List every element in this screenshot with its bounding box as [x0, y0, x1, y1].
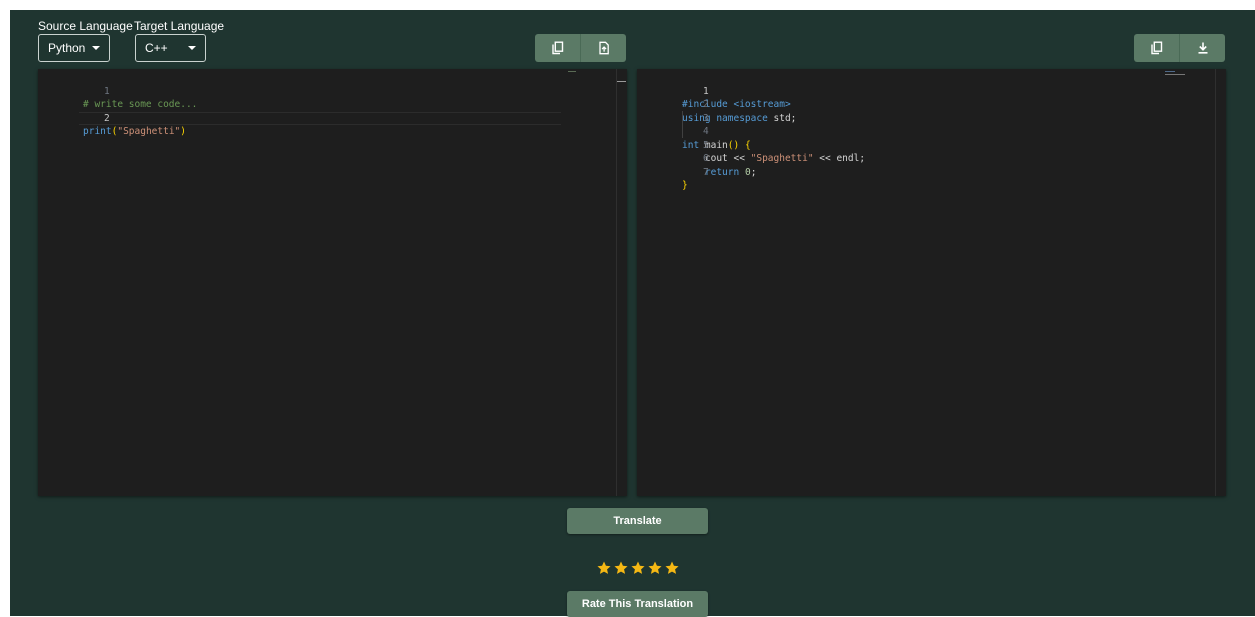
- code-line: 3: [637, 98, 1226, 124]
- line-number: 7: [703, 166, 709, 178]
- code-line: 5 cout << "Spaghetti" << endl;: [637, 125, 1226, 165]
- code-comment: # write some code...: [83, 99, 198, 110]
- copy-source-button[interactable]: [535, 34, 580, 62]
- code-token: return: [704, 166, 740, 178]
- upload-file-icon: [598, 41, 609, 55]
- source-language-label: Source Language: [38, 19, 133, 33]
- translate-button[interactable]: Translate: [567, 508, 708, 534]
- minimap: [1165, 74, 1185, 75]
- star-icon[interactable]: [596, 560, 612, 576]
- source-editor-toolbar: [535, 34, 626, 62]
- star-icon[interactable]: [647, 560, 663, 576]
- target-language-label: Target Language: [134, 19, 225, 33]
- rate-translation-button[interactable]: Rate This Translation: [567, 591, 708, 617]
- overview-ruler: [616, 69, 617, 496]
- source-language-value: Python: [48, 41, 86, 55]
- line-number: 2: [104, 112, 110, 124]
- star-icon[interactable]: [664, 560, 680, 576]
- code-token: }: [682, 180, 688, 191]
- current-line-highlight: [79, 111, 561, 125]
- download-translation-button[interactable]: [1179, 34, 1225, 62]
- code-token: "Spaghetti": [117, 126, 181, 137]
- source-code-editor[interactable]: 1 # write some code... 2 print("Spaghett…: [38, 69, 627, 496]
- cursor-marker: [617, 81, 626, 82]
- upload-source-button[interactable]: [580, 34, 626, 62]
- code-line: 2 print("Spaghetti"): [38, 85, 627, 137]
- code-line: 7 }: [637, 152, 1226, 192]
- code-token: ): [180, 126, 186, 137]
- star-icon[interactable]: [613, 560, 629, 576]
- code-line: 1 # write some code...: [38, 71, 627, 111]
- code-line: 2 using namespace std;: [637, 85, 1226, 124]
- overview-ruler: [1215, 69, 1216, 496]
- chevron-down-icon: [92, 46, 100, 50]
- code-line: 1 #include <iostream>: [637, 71, 1226, 111]
- copy-translation-button[interactable]: [1134, 34, 1179, 62]
- copy-icon: [1150, 41, 1162, 55]
- download-icon: [1198, 42, 1207, 54]
- code-token: print: [83, 126, 112, 137]
- minimap: [568, 71, 576, 72]
- target-code-editor[interactable]: 1 #include <iostream> 2 using namespace …: [637, 69, 1226, 496]
- target-language-select[interactable]: C++: [135, 34, 206, 62]
- code-line: 6 return 0;: [637, 139, 1226, 178]
- code-line: 4 int main() {: [637, 112, 1226, 151]
- target-editor-toolbar: [1134, 34, 1225, 62]
- minimap: [1165, 71, 1175, 72]
- source-language-select[interactable]: Python: [38, 34, 110, 62]
- indent-guide: [682, 111, 683, 138]
- code-token: ;: [750, 166, 757, 178]
- target-language-value: C++: [145, 41, 168, 55]
- star-rating: [596, 560, 680, 576]
- copy-icon: [551, 41, 563, 55]
- chevron-down-icon: [188, 46, 196, 50]
- star-icon[interactable]: [630, 560, 646, 576]
- translator-app: Source Language Target Language Python C…: [10, 10, 1255, 617]
